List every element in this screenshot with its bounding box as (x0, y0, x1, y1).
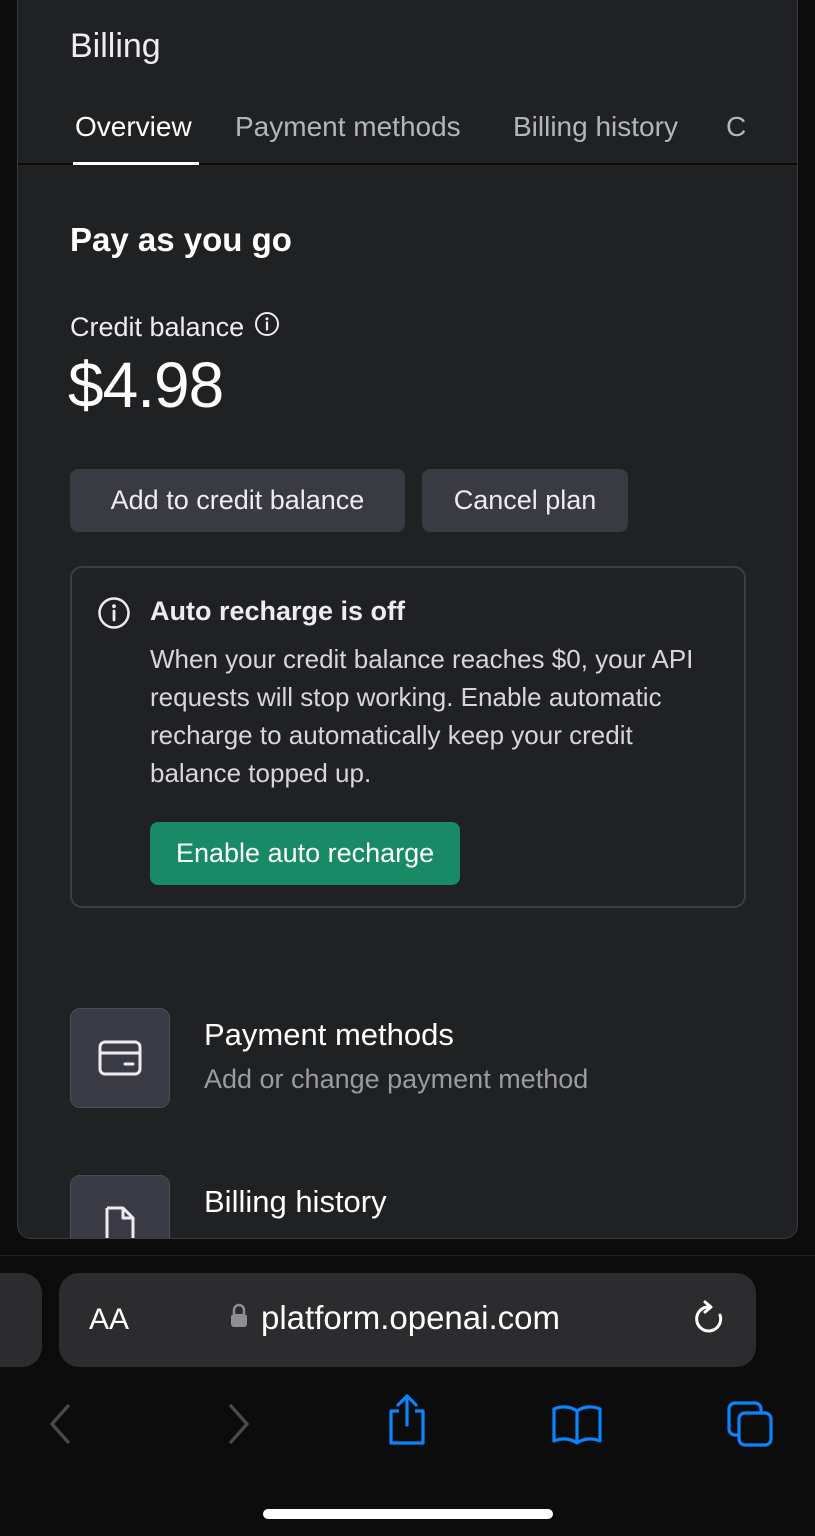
tab-truncated[interactable]: C (726, 111, 746, 143)
info-icon (97, 596, 131, 635)
notice-title: Auto recharge is off (150, 596, 406, 626)
add-to-credit-balance-button[interactable]: Add to credit balance (70, 469, 405, 532)
billing-tabs: Overview Payment methods Billing history… (18, 91, 797, 165)
billing-panel: Billing Overview Payment methods Billing… (17, 0, 798, 1239)
credit-balance-value: $4.98 (68, 349, 224, 421)
credit-balance-label: Credit balance (70, 312, 245, 342)
enable-auto-recharge-button[interactable]: Enable auto recharge (150, 822, 461, 885)
auto-recharge-notice: Auto recharge is off When your credit ba… (70, 566, 746, 908)
reload-icon[interactable] (692, 1299, 728, 1344)
cancel-plan-button[interactable]: Cancel plan (422, 469, 628, 532)
payment-methods-title: Payment methods (204, 1017, 454, 1052)
forward-icon[interactable] (210, 1396, 266, 1452)
plan-title: Pay as you go (70, 221, 292, 258)
tab-overview[interactable]: Overview (75, 111, 192, 143)
active-tab-indicator (73, 162, 199, 165)
page-title: Billing (70, 27, 161, 65)
url-display[interactable]: platform.openai.com (229, 1299, 560, 1337)
previous-tab-peek[interactable] (0, 1273, 42, 1367)
url-text: platform.openai.com (261, 1299, 560, 1336)
home-indicator (263, 1509, 553, 1519)
text-size-button[interactable]: AA (89, 1303, 129, 1337)
tab-payment-methods[interactable]: Payment methods (235, 111, 461, 143)
back-icon[interactable] (33, 1396, 89, 1452)
credit-card-icon (70, 1008, 170, 1108)
address-bar[interactable]: AA platform.openai.com (59, 1273, 756, 1367)
notice-body: When your credit balance reaches $0, you… (150, 644, 694, 788)
payment-methods-subtitle: Add or change payment method (204, 1064, 589, 1094)
credit-balance-label-row: Credit balance (70, 311, 280, 344)
tab-billing-history[interactable]: Billing history (513, 111, 678, 143)
bookmarks-icon[interactable] (549, 1396, 605, 1452)
tabs-icon[interactable] (722, 1396, 778, 1452)
browser-toolbar: AA platform.openai.com (0, 1255, 815, 1536)
document-icon (70, 1175, 170, 1238)
share-icon[interactable] (379, 1392, 435, 1448)
lock-icon (229, 1303, 249, 1334)
info-icon[interactable] (254, 311, 280, 344)
billing-history-title: Billing history (204, 1184, 387, 1219)
